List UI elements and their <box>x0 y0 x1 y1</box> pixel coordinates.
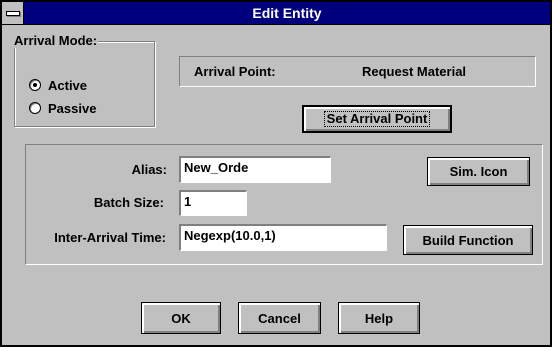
sim-icon-button[interactable]: Sim. Icon <box>427 157 530 186</box>
help-button[interactable]: Help <box>338 302 420 334</box>
radio-passive-indicator[interactable] <box>29 102 41 114</box>
system-menu-icon[interactable] <box>2 2 24 24</box>
batch-size-label: Batch Size: <box>93 195 164 210</box>
cancel-button-label: Cancel <box>258 310 301 326</box>
set-arrival-point-label: Set Arrival Point <box>323 111 431 127</box>
help-button-label: Help <box>364 310 394 326</box>
inter-arrival-time-input[interactable]: Negexp(10.0,1) <box>179 224 387 251</box>
radio-passive-label: Passive <box>48 100 97 116</box>
inter-arrival-time-label: Inter-Arrival Time: <box>54 230 166 245</box>
radio-active[interactable]: Active <box>29 76 87 94</box>
alias-label: Alias: <box>131 162 167 177</box>
cancel-button[interactable]: Cancel <box>238 302 321 334</box>
batch-size-input[interactable]: 1 <box>179 190 247 216</box>
ok-button-label: OK <box>171 310 191 326</box>
ok-button[interactable]: OK <box>141 302 221 334</box>
radio-active-label: Active <box>48 77 88 93</box>
arrival-point-value: Request Material <box>362 64 467 79</box>
dialog-title: Edit Entity <box>252 5 322 21</box>
arrival-mode-label: Arrival Mode: <box>13 33 99 48</box>
sim-icon-button-label: Sim. Icon <box>449 164 508 179</box>
set-arrival-point-button[interactable]: Set Arrival Point <box>302 105 452 133</box>
arrival-point-label: Arrival Point: <box>194 64 276 79</box>
build-function-button-label: Build Function <box>422 232 514 248</box>
title-bar[interactable]: Edit Entity <box>2 2 550 25</box>
edit-entity-dialog: Edit Entity Arrival Mode: Active Passive… <box>0 0 552 347</box>
radio-passive[interactable]: Passive <box>29 99 96 117</box>
alias-input[interactable]: New_Orde <box>179 156 331 183</box>
build-function-button[interactable]: Build Function <box>403 225 533 255</box>
radio-active-indicator[interactable] <box>29 79 41 91</box>
